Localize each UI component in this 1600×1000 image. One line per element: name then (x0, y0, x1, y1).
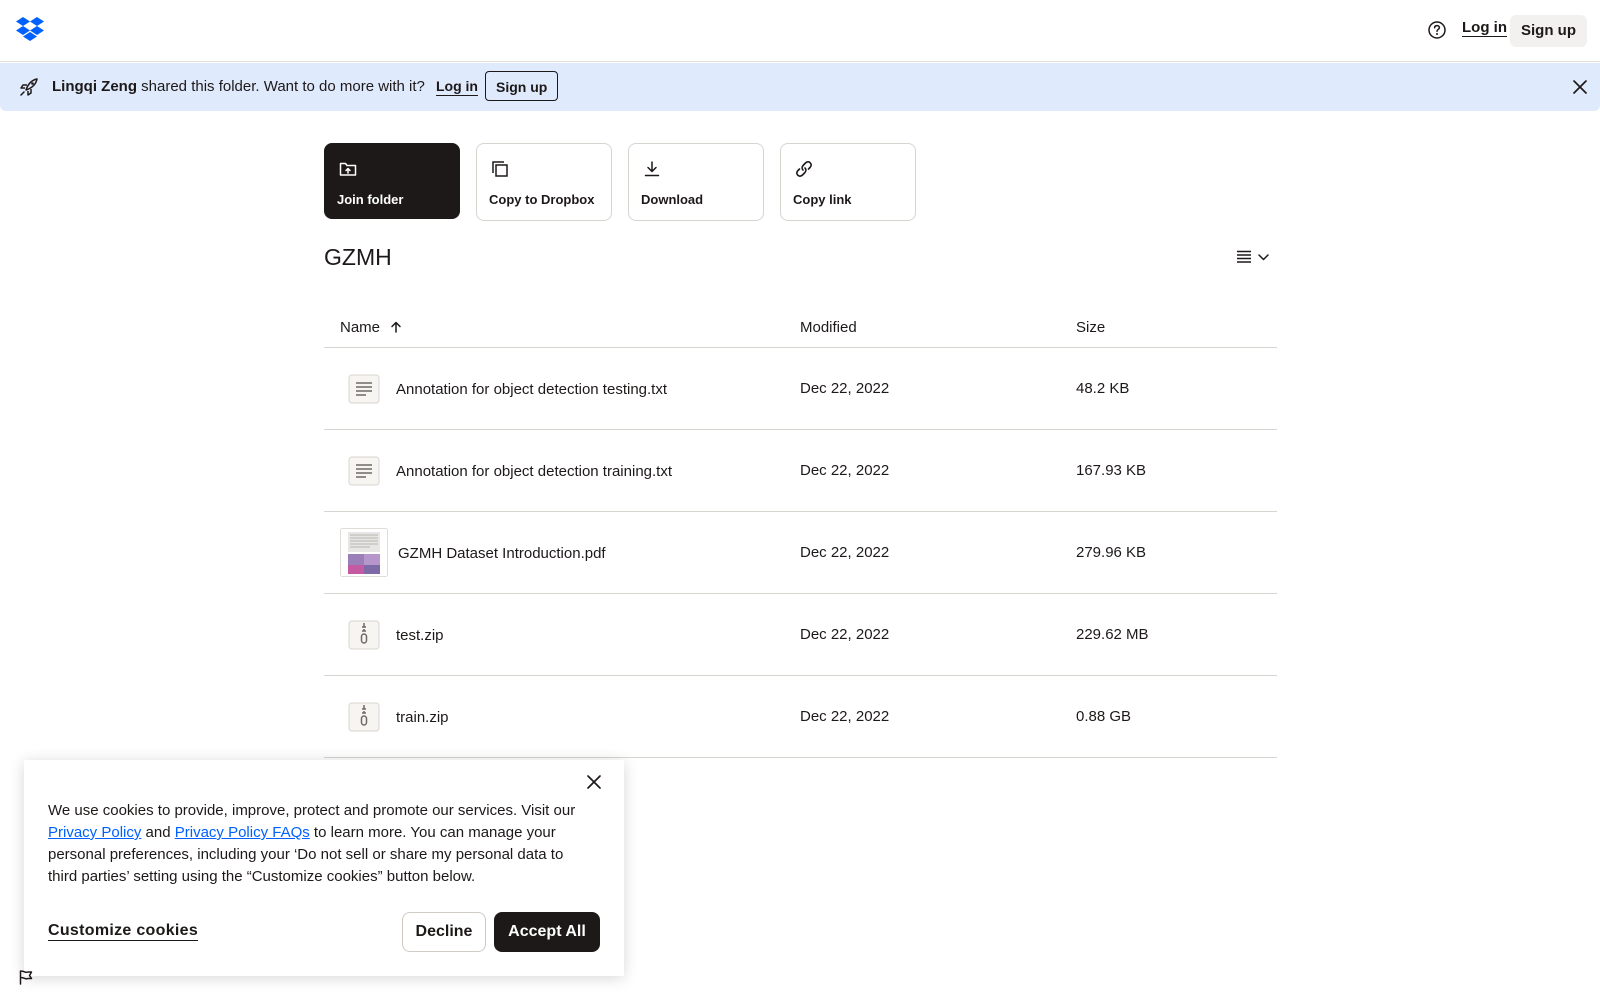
customize-cookies-link[interactable]: Customize cookies (48, 922, 198, 940)
file-size: 0.88 GB (1076, 708, 1132, 725)
help-circle-icon[interactable] (1427, 20, 1447, 40)
folder-upload-icon (339, 162, 357, 176)
banner-signup-button[interactable]: Sign up (485, 71, 559, 101)
table-row[interactable]: test.zip Dec 22, 2022 229.62 MB (324, 594, 1277, 676)
close-icon[interactable] (586, 774, 602, 790)
folder-title: GZMH (324, 244, 392, 270)
copy-link-label: Copy link (793, 192, 852, 207)
copy-to-dropbox-label: Copy to Dropbox (489, 192, 595, 207)
column-header-modified[interactable]: Modified (800, 319, 857, 336)
accept-all-button[interactable]: Accept All (494, 912, 600, 952)
file-modified: Dec 22, 2022 (800, 544, 890, 561)
column-header-size[interactable]: Size (1076, 319, 1105, 336)
copy-to-dropbox-button[interactable]: Copy to Dropbox (476, 143, 612, 221)
header-signup-button[interactable]: Sign up (1510, 15, 1587, 47)
cookie-consent-dialog: We use cookies to provide, improve, prot… (24, 760, 624, 976)
file-modified: Dec 22, 2022 (800, 462, 890, 479)
text-file-icon (348, 374, 380, 404)
copy-icon (492, 161, 508, 177)
banner-message: Lingqi Zeng shared this folder. Want to … (52, 78, 425, 95)
download-icon (644, 161, 660, 177)
text-file-icon (348, 456, 380, 486)
column-header-name[interactable]: Name (340, 319, 402, 336)
file-modified: Dec 22, 2022 (800, 626, 890, 643)
list-view-icon (1237, 250, 1251, 263)
rocket-icon (20, 78, 38, 96)
file-size: 279.96 KB (1076, 544, 1147, 561)
zip-file-icon (348, 702, 380, 732)
banner-owner-name: Lingqi Zeng (52, 78, 137, 95)
cookie-text-and: and (141, 824, 175, 841)
cookie-message: We use cookies to provide, improve, prot… (48, 800, 588, 888)
table-row[interactable]: Annotation for object detection training… (324, 430, 1277, 512)
top-navigation-bar: Log in Sign up (0, 0, 1600, 62)
file-size: 167.93 KB (1076, 462, 1147, 479)
file-table: Name Modified Size Annotation for object… (324, 305, 1277, 758)
table-row[interactable]: train.zip Dec 22, 2022 0.88 GB (324, 676, 1277, 758)
file-name[interactable]: train.zip (396, 709, 449, 726)
join-folder-button[interactable]: Join folder (324, 143, 460, 219)
file-name[interactable]: Annotation for object detection training… (396, 463, 672, 480)
table-header: Name Modified Size (324, 305, 1277, 348)
cookie-text-part-1: We use cookies to provide, improve, prot… (48, 802, 576, 819)
privacy-policy-faqs-link[interactable]: Privacy Policy FAQs (175, 824, 310, 841)
dropbox-logo-icon[interactable] (16, 17, 44, 42)
table-row[interactable]: GZMH Dataset Introduction.pdf Dec 22, 20… (324, 512, 1277, 594)
decline-button[interactable]: Decline (402, 912, 486, 952)
pdf-thumbnail-icon (340, 528, 388, 577)
flag-icon[interactable] (18, 969, 34, 985)
banner-login-link[interactable]: Log in (436, 78, 478, 94)
join-folder-label: Join folder (337, 192, 404, 207)
file-name[interactable]: test.zip (396, 627, 444, 644)
table-row[interactable]: Annotation for object detection testing.… (324, 348, 1277, 430)
file-modified: Dec 22, 2022 (800, 708, 890, 725)
banner-close-icon[interactable] (1570, 77, 1590, 97)
shared-folder-banner: Lingqi Zeng shared this folder. Want to … (0, 63, 1600, 111)
download-label: Download (641, 192, 704, 207)
copy-link-button[interactable]: Copy link (780, 143, 916, 221)
file-size: 48.2 KB (1076, 380, 1130, 397)
privacy-policy-link[interactable]: Privacy Policy (48, 824, 141, 841)
view-mode-toggle[interactable] (1236, 248, 1272, 266)
header-login-link[interactable]: Log in (1462, 19, 1507, 36)
file-name[interactable]: GZMH Dataset Introduction.pdf (398, 545, 606, 562)
sort-ascending-icon (391, 321, 401, 333)
chevron-down-icon (1258, 254, 1269, 261)
file-modified: Dec 22, 2022 (800, 380, 890, 397)
banner-message-text: shared this folder. Want to do more with… (141, 78, 425, 95)
file-size: 229.62 MB (1076, 626, 1149, 643)
column-header-name-label: Name (340, 319, 381, 336)
file-name[interactable]: Annotation for object detection testing.… (396, 381, 667, 398)
download-button[interactable]: Download (628, 143, 764, 221)
zip-file-icon (348, 620, 380, 650)
link-icon (796, 161, 812, 177)
